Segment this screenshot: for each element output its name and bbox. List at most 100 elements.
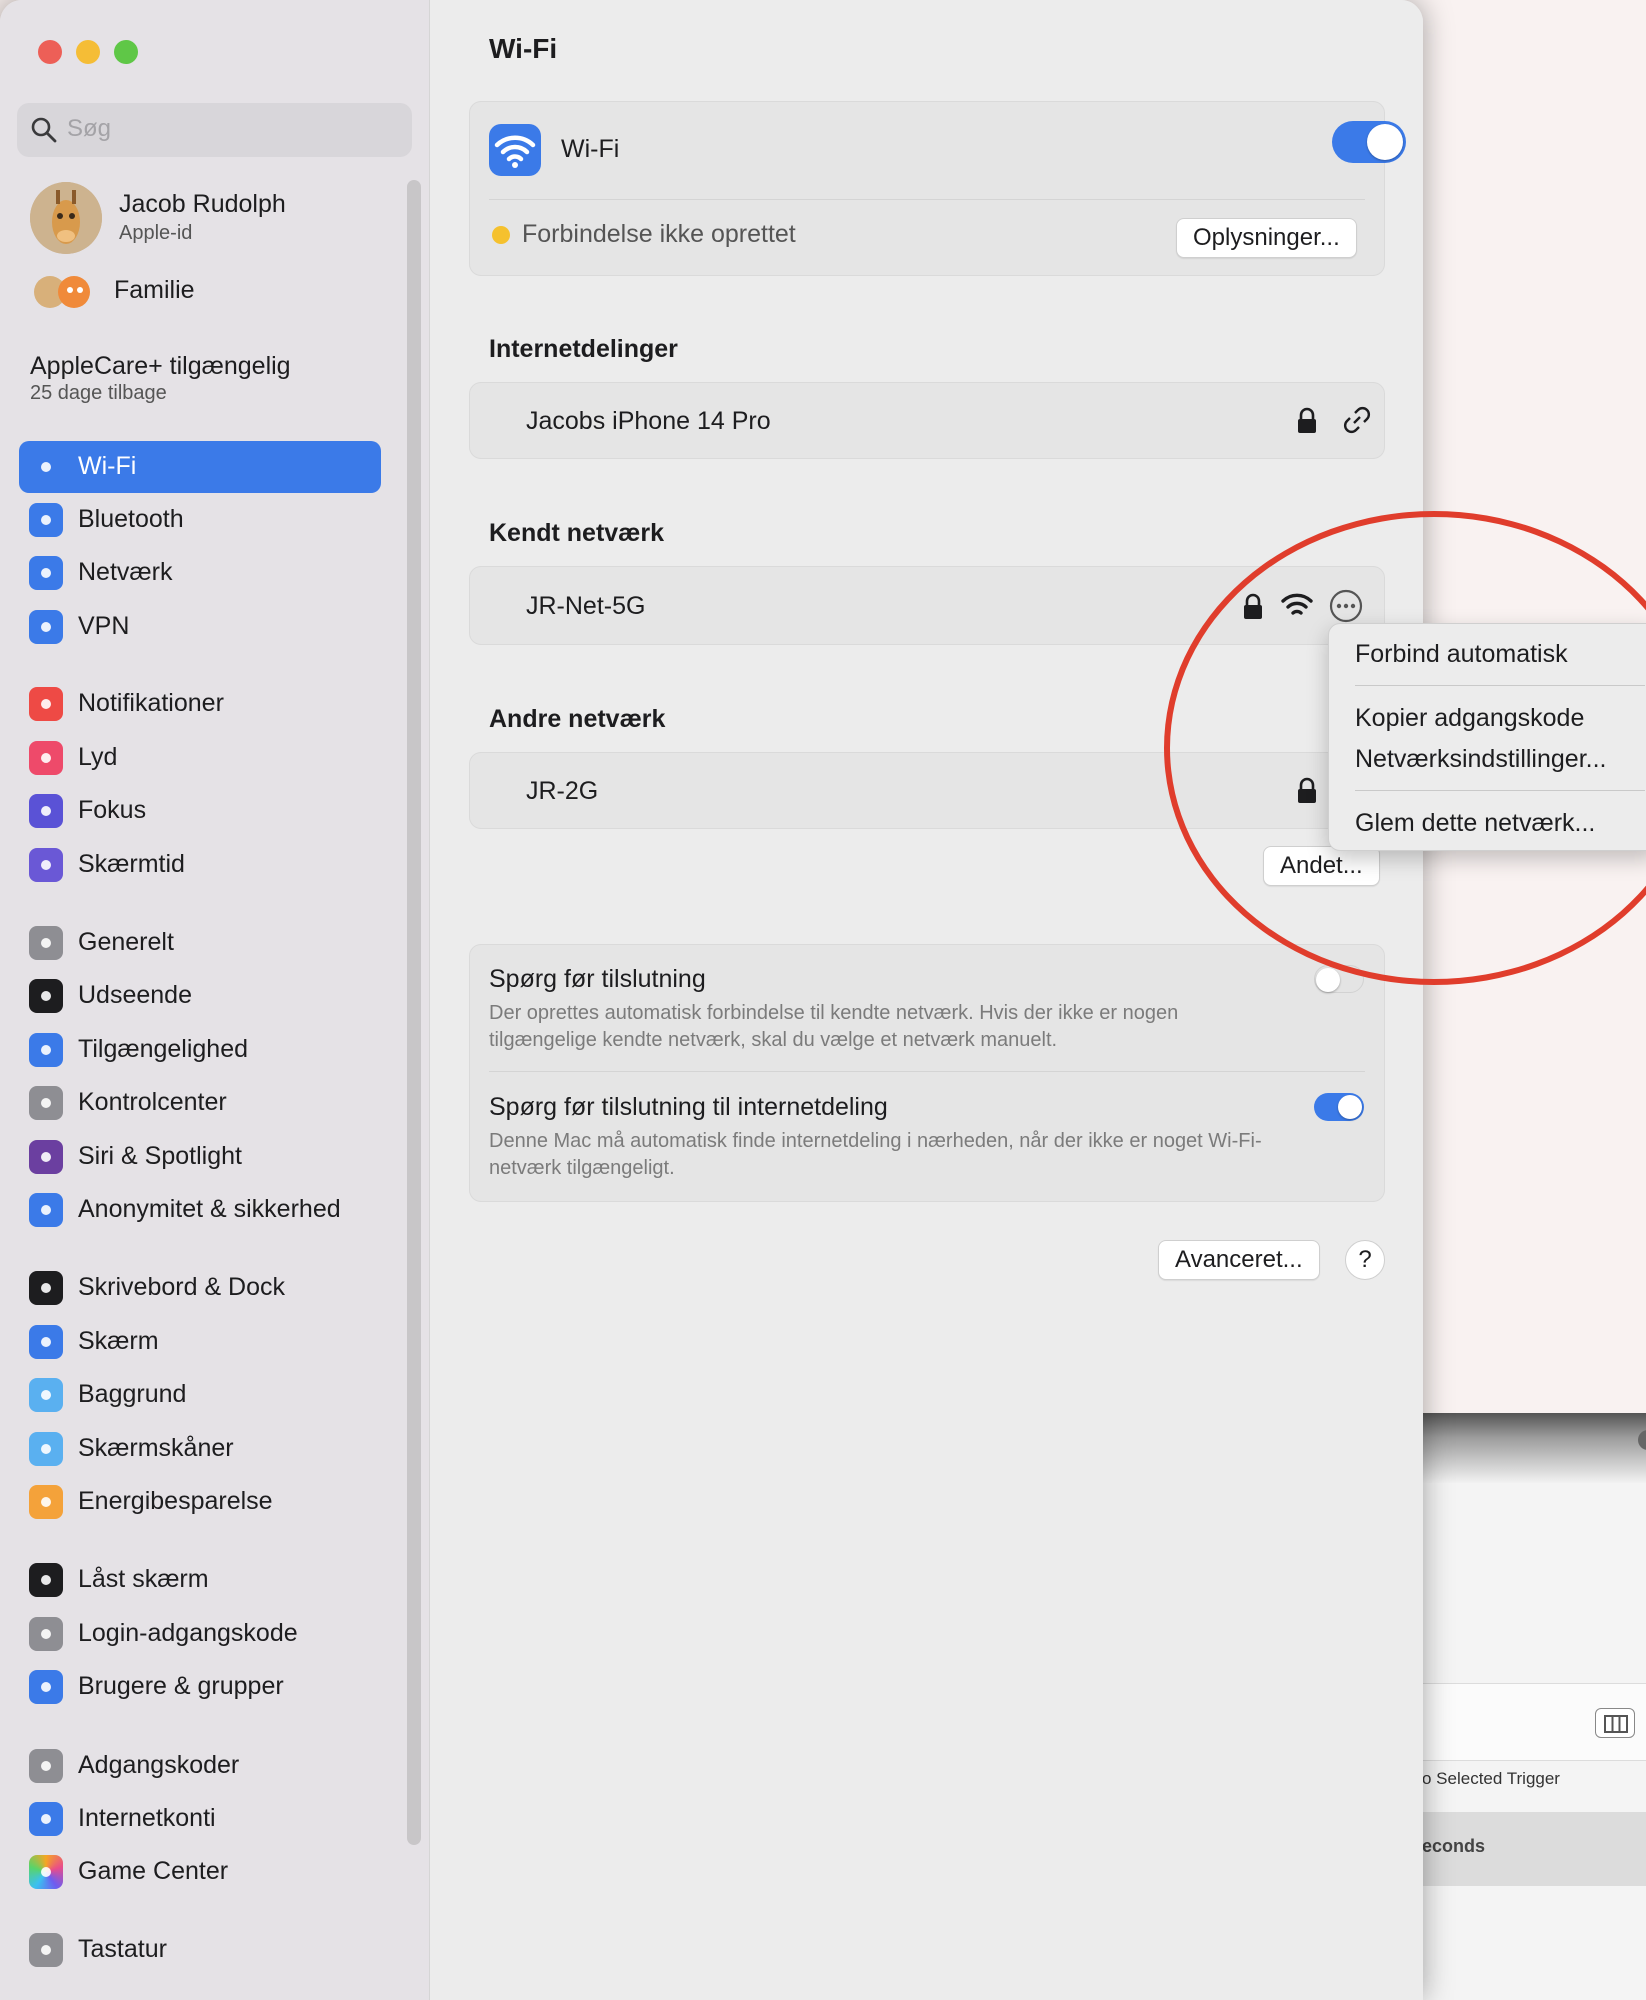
sidebar-item-kontrolcenter[interactable]: Kontrolcenter bbox=[19, 1077, 381, 1129]
hotspot-name: Jacobs iPhone 14 Pro bbox=[526, 407, 771, 435]
sidebar-item-skærmtid[interactable]: Skærmtid bbox=[19, 839, 381, 891]
accessibility-icon bbox=[29, 1033, 63, 1067]
hand-icon bbox=[29, 1193, 63, 1227]
sidebar-item-label: Skrivebord & Dock bbox=[78, 1273, 286, 1301]
sidebar-item-fokus[interactable]: Fokus bbox=[19, 785, 381, 837]
sidebar-item-game-center[interactable]: Game Center bbox=[19, 1846, 381, 1898]
sidebar-scrollbar[interactable] bbox=[407, 180, 421, 1845]
sidebar-item-lyd[interactable]: Lyd bbox=[19, 732, 381, 784]
page-title: Wi-Fi bbox=[489, 33, 558, 64]
sidebar-item-label: Kontrolcenter bbox=[78, 1088, 227, 1116]
search-placeholder: Søg bbox=[67, 115, 112, 142]
family-label[interactable]: Familie bbox=[114, 276, 195, 305]
link-icon bbox=[1344, 407, 1370, 433]
sidebar-item-label: Tastatur bbox=[78, 1935, 167, 1963]
wifi-label: Wi-Fi bbox=[561, 135, 620, 163]
sidebar-item-label: Skærmtid bbox=[78, 850, 185, 878]
hourglass-icon bbox=[29, 848, 63, 882]
at-icon bbox=[29, 1802, 63, 1836]
sidebar-item-skærm[interactable]: Skærm bbox=[19, 1316, 381, 1368]
ask-hotspot-title: Spørg før tilslutning til internetdeling bbox=[489, 1093, 888, 1121]
sidebar-item-bluetooth[interactable]: Bluetooth bbox=[19, 494, 381, 546]
minimize-button[interactable] bbox=[76, 40, 100, 64]
sidebar-item-låst-skærm[interactable]: Låst skærm bbox=[19, 1554, 381, 1606]
sidebar-item-label: Brugere & grupper bbox=[78, 1672, 284, 1700]
ask-hotspot-toggle[interactable] bbox=[1314, 1093, 1364, 1121]
sidebar-item-notifikationer[interactable]: Notifikationer bbox=[19, 678, 381, 730]
sidebar-item-label: Fokus bbox=[78, 796, 147, 824]
wifi-app-icon bbox=[489, 124, 541, 176]
moon-icon bbox=[29, 794, 63, 828]
sidebar-item-brugere-grupper[interactable]: Brugere & grupper bbox=[19, 1661, 381, 1713]
sidebar-item-label: Lyd bbox=[78, 743, 118, 771]
flower-icon bbox=[29, 1378, 63, 1412]
sidebar-item-udseende[interactable]: Udseende bbox=[19, 970, 381, 1022]
search-field[interactable]: Søg bbox=[17, 103, 412, 157]
columns-icon[interactable] bbox=[1595, 1708, 1635, 1738]
advanced-button[interactable]: Avanceret... bbox=[1158, 1240, 1320, 1280]
close-button[interactable] bbox=[38, 40, 62, 64]
sidebar-item-anonymitet-sikkerhed[interactable]: Anonymitet & sikkerhed bbox=[19, 1184, 381, 1236]
ask-hotspot-desc: Denne Mac må automatisk finde internetde… bbox=[489, 1130, 1262, 1179]
globe-icon bbox=[29, 610, 63, 644]
details-button[interactable]: Oplysninger... bbox=[1176, 218, 1357, 258]
user-name[interactable]: Jacob Rudolph bbox=[119, 190, 286, 219]
sidebar-item-generelt[interactable]: Generelt bbox=[19, 917, 381, 969]
sidebar-item-label: Skærmskåner bbox=[78, 1434, 234, 1462]
toggles-icon bbox=[29, 1086, 63, 1120]
user-subtitle: Apple-id bbox=[119, 222, 193, 244]
other-header: Andre netværk bbox=[489, 705, 666, 733]
sidebar-item-label: Bluetooth bbox=[78, 505, 184, 533]
background-window-shadow bbox=[1400, 1413, 1646, 1483]
sidebar-item-label: Baggrund bbox=[78, 1380, 187, 1408]
main-pane: Wi-Fi Wi-Fi Forbindelse ikke oprettet Op… bbox=[431, 0, 1423, 2000]
wifi-icon bbox=[29, 450, 63, 484]
background-window: o Selected Trigger econds bbox=[1400, 0, 1646, 2000]
speaker-icon bbox=[29, 741, 63, 775]
family-avatars-icon bbox=[30, 272, 100, 312]
sidebar-item-internetkonti[interactable]: Internetkonti bbox=[19, 1793, 381, 1845]
wifi-toggle[interactable] bbox=[1332, 121, 1406, 163]
sidebar-item-skrivebord-dock[interactable]: Skrivebord & Dock bbox=[19, 1262, 381, 1314]
sidebar-item-label: Tilgængelighed bbox=[78, 1035, 249, 1063]
hotspot-row[interactable]: Jacobs iPhone 14 Pro bbox=[469, 382, 1385, 459]
sidebar-item-label: Wi-Fi bbox=[78, 452, 137, 480]
lock-icon bbox=[1298, 407, 1316, 433]
sidebar-item-adgangskoder[interactable]: Adgangskoder bbox=[19, 1740, 381, 1792]
known-header: Kendt netværk bbox=[489, 519, 665, 547]
divider bbox=[489, 199, 1365, 200]
sidebar-item-login-adgangskode[interactable]: Login-adgangskode bbox=[19, 1608, 381, 1660]
sidebar-item-vpn[interactable]: VPN bbox=[19, 601, 381, 653]
sidebar-item-baggrund[interactable]: Baggrund bbox=[19, 1369, 381, 1421]
bluetooth-icon bbox=[29, 503, 63, 537]
status-dot-icon bbox=[492, 226, 510, 244]
sidebar-item-label: Notifikationer bbox=[78, 689, 224, 717]
sidebar-item-wi-fi[interactable]: Wi-Fi bbox=[19, 441, 381, 493]
background-row[interactable]: econds bbox=[1400, 1812, 1646, 1886]
appearance-icon bbox=[29, 979, 63, 1013]
background-row-text: econds bbox=[1422, 1836, 1486, 1856]
users-icon bbox=[29, 1670, 63, 1704]
avatar[interactable] bbox=[30, 182, 102, 254]
sidebar-item-label: Adgangskoder bbox=[78, 1751, 240, 1779]
help-button[interactable]: ? bbox=[1345, 1240, 1385, 1280]
lock-icon bbox=[29, 1617, 63, 1651]
applecare-subtitle: 25 dage tilbage bbox=[30, 382, 167, 404]
sidebar-item-skærmskåner[interactable]: Skærmskåner bbox=[19, 1423, 381, 1475]
sidebar-item-label: Game Center bbox=[78, 1857, 229, 1885]
sidebar-item-label: Energibesparelse bbox=[78, 1487, 273, 1515]
sidebar-item-tastatur[interactable]: Tastatur bbox=[19, 1924, 381, 1976]
siri-icon bbox=[29, 1140, 63, 1174]
ask-join-desc: Der oprettes automatisk forbindelse til … bbox=[489, 1002, 1179, 1051]
sidebar-item-tilgængelighed[interactable]: Tilgængelighed bbox=[19, 1024, 381, 1076]
applecare-title[interactable]: AppleCare+ tilgængelig bbox=[30, 352, 291, 381]
zoom-button[interactable] bbox=[114, 40, 138, 64]
wifi-card: Wi-Fi Forbindelse ikke oprettet Oplysnin… bbox=[469, 101, 1406, 276]
sidebar-item-label: Anonymitet & sikkerhed bbox=[78, 1195, 341, 1223]
gear-icon bbox=[29, 926, 63, 960]
sidebar-item-energibesparelse[interactable]: Energibesparelse bbox=[19, 1476, 381, 1528]
bulb-icon bbox=[29, 1485, 63, 1519]
other-network-name: JR-2G bbox=[526, 777, 599, 805]
sidebar-item-netværk[interactable]: Netværk bbox=[19, 547, 381, 599]
sidebar-item-siri-spotlight[interactable]: Siri & Spotlight bbox=[19, 1131, 381, 1183]
